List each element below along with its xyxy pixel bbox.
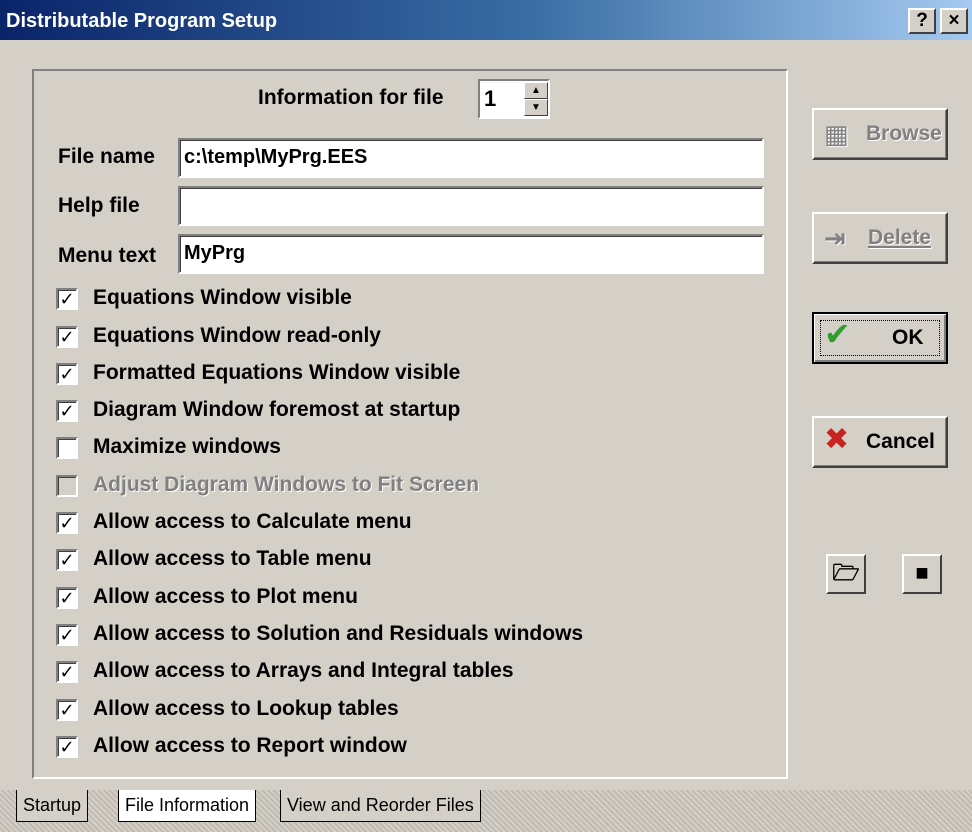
option-label: Allow access to Solution and Residuals w… — [93, 622, 584, 645]
title-bar: Distributable Program Setup ? × — [0, 0, 972, 40]
file-number-spin-buttons[interactable]: ▲ ▼ — [524, 82, 548, 116]
browse-icon: ▦ — [824, 119, 849, 149]
help-file-label: Help file — [58, 194, 140, 217]
checkmark-icon: ✔ — [824, 316, 851, 352]
tab-startup[interactable]: Startup — [16, 790, 89, 822]
option-label: Diagram Window foremost at startup — [93, 398, 461, 421]
delete-button[interactable]: ⇥ Delete — [812, 212, 948, 264]
option-label: Allow access to Lookup tables — [93, 697, 399, 720]
spin-up-icon[interactable]: ▲ — [524, 82, 548, 99]
option-checkbox[interactable]: ✓ — [56, 363, 78, 385]
open-file-button[interactable]: 🗁 — [826, 554, 866, 594]
floppy-disk-icon: ■ — [915, 560, 929, 585]
option-checkbox[interactable]: ✓ — [56, 587, 78, 609]
option-label: Formatted Equations Window visible — [93, 361, 461, 384]
close-button[interactable]: × — [940, 8, 968, 34]
option-label: Allow access to Calculate menu — [93, 510, 412, 533]
option-checkbox[interactable]: ✓ — [56, 512, 78, 534]
menu-text-field[interactable]: MyPrg — [178, 234, 764, 274]
help-file-field[interactable] — [178, 186, 764, 226]
option-checkbox[interactable]: ✓ — [56, 288, 78, 310]
tab-strip: Startup File Information View and Reorde… — [0, 790, 972, 832]
window-title: Distributable Program Setup — [6, 10, 278, 32]
x-icon: ✖ — [824, 423, 850, 456]
save-file-button[interactable]: ■ — [902, 554, 942, 594]
file-name-label: File name — [58, 145, 155, 168]
open-file-icon: 🗁 — [832, 560, 860, 585]
menu-text-label: Menu text — [58, 244, 157, 267]
option-label: Equations Window visible — [93, 286, 352, 309]
tab-view-and-reorder-files[interactable]: View and Reorder Files — [280, 790, 481, 822]
ok-button[interactable]: ✔ OK — [812, 312, 948, 364]
option-label: Allow access to Plot menu — [93, 585, 358, 608]
option-label: Allow access to Report window — [93, 734, 407, 757]
option-checkbox[interactable]: ✓ — [56, 699, 78, 721]
help-button[interactable]: ? — [908, 8, 936, 34]
option-checkbox[interactable]: ✓ — [56, 326, 78, 348]
option-label: Adjust Diagram Windows to Fit Screen — [93, 473, 480, 496]
info-for-file-label: Information for file — [258, 86, 444, 109]
option-label: Maximize windows — [93, 435, 281, 458]
cancel-button[interactable]: ✖ Cancel — [812, 416, 948, 468]
option-checkbox[interactable]: ✓ — [56, 661, 78, 683]
option-checkbox[interactable]: ✓ — [56, 736, 78, 758]
browse-button[interactable]: ▦ Browse — [812, 108, 948, 160]
option-checkbox[interactable] — [56, 437, 78, 459]
tab-file-information[interactable]: File Information — [118, 790, 257, 822]
delete-icon: ⇥ — [824, 223, 846, 253]
option-checkbox[interactable]: ✓ — [56, 624, 78, 646]
option-label: Allow access to Table menu — [93, 547, 372, 570]
option-checkbox[interactable]: ✓ — [56, 400, 78, 422]
option-checkbox[interactable]: ✓ — [56, 549, 78, 571]
spin-down-icon[interactable]: ▼ — [524, 99, 548, 116]
option-label: Allow access to Arrays and Integral tabl… — [93, 659, 514, 682]
option-checkbox — [56, 475, 78, 497]
option-label: Equations Window read-only — [93, 324, 381, 347]
file-number-value: 1 — [484, 86, 497, 111]
file-name-field[interactable]: c:\temp\MyPrg.EES — [178, 138, 764, 178]
